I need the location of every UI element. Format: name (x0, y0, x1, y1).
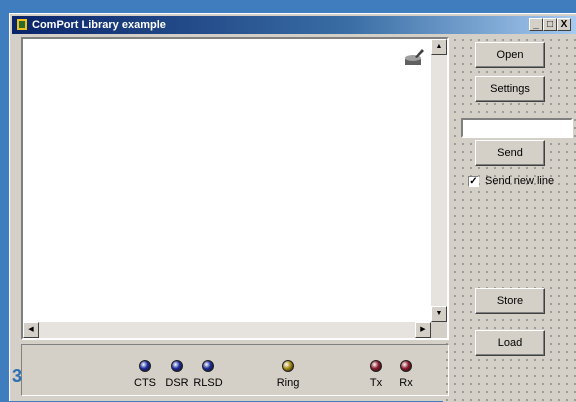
horizontal-scrollbar[interactable]: ◀ ▶ (23, 322, 431, 338)
rx-label: Rx (399, 377, 413, 389)
terminal-memo[interactable]: ▲ ▼ ◀ ▶ (21, 37, 449, 340)
settings-button[interactable]: Settings (475, 76, 545, 102)
status-led-panel: CTS DSR RLSD Ring Tx Rx (21, 344, 449, 396)
scroll-down-icon[interactable]: ▼ (431, 306, 447, 322)
maximize-button[interactable]: □ (543, 18, 557, 31)
tx-label: Tx (369, 377, 383, 389)
dsr-label: DSR (165, 377, 189, 389)
vertical-scrollbar[interactable]: ▲ ▼ (431, 39, 447, 322)
comport-example-window: ComPort Library example _ □ X ▲ ▼ ◀ ▶ Op… (9, 13, 576, 402)
rx-led-icon (400, 360, 412, 372)
minimize-button[interactable]: _ (529, 18, 543, 31)
send-new-line-label: Send new line (485, 175, 555, 187)
load-button[interactable]: Load (475, 330, 545, 356)
scroll-left-icon[interactable]: ◀ (23, 322, 39, 338)
send-text-input[interactable] (461, 118, 573, 138)
send-button[interactable]: Send (475, 140, 545, 166)
cts-led-icon (139, 360, 151, 372)
cts-label: CTS (134, 377, 156, 389)
scroll-right-icon[interactable]: ▶ (415, 322, 431, 338)
rlsd-label: RLSD (193, 377, 223, 389)
open-button[interactable]: Open (475, 42, 545, 68)
app-icon (17, 19, 27, 30)
comport-component-icon[interactable] (403, 47, 425, 67)
page-number-badge: 3 (12, 366, 23, 386)
scroll-up-icon[interactable]: ▲ (431, 39, 447, 55)
close-button[interactable]: X (557, 18, 571, 31)
title-bar[interactable]: ComPort Library example _ □ X (12, 16, 576, 34)
store-button[interactable]: Store (475, 288, 545, 314)
ring-led-icon (282, 360, 294, 372)
tx-led-icon (370, 360, 382, 372)
window-title: ComPort Library example (32, 19, 166, 31)
scroll-corner (431, 322, 447, 338)
send-new-line-checkbox[interactable]: ✓ (468, 176, 479, 187)
rlsd-led-icon (202, 360, 214, 372)
ring-label: Ring (276, 377, 300, 389)
dsr-led-icon (171, 360, 183, 372)
